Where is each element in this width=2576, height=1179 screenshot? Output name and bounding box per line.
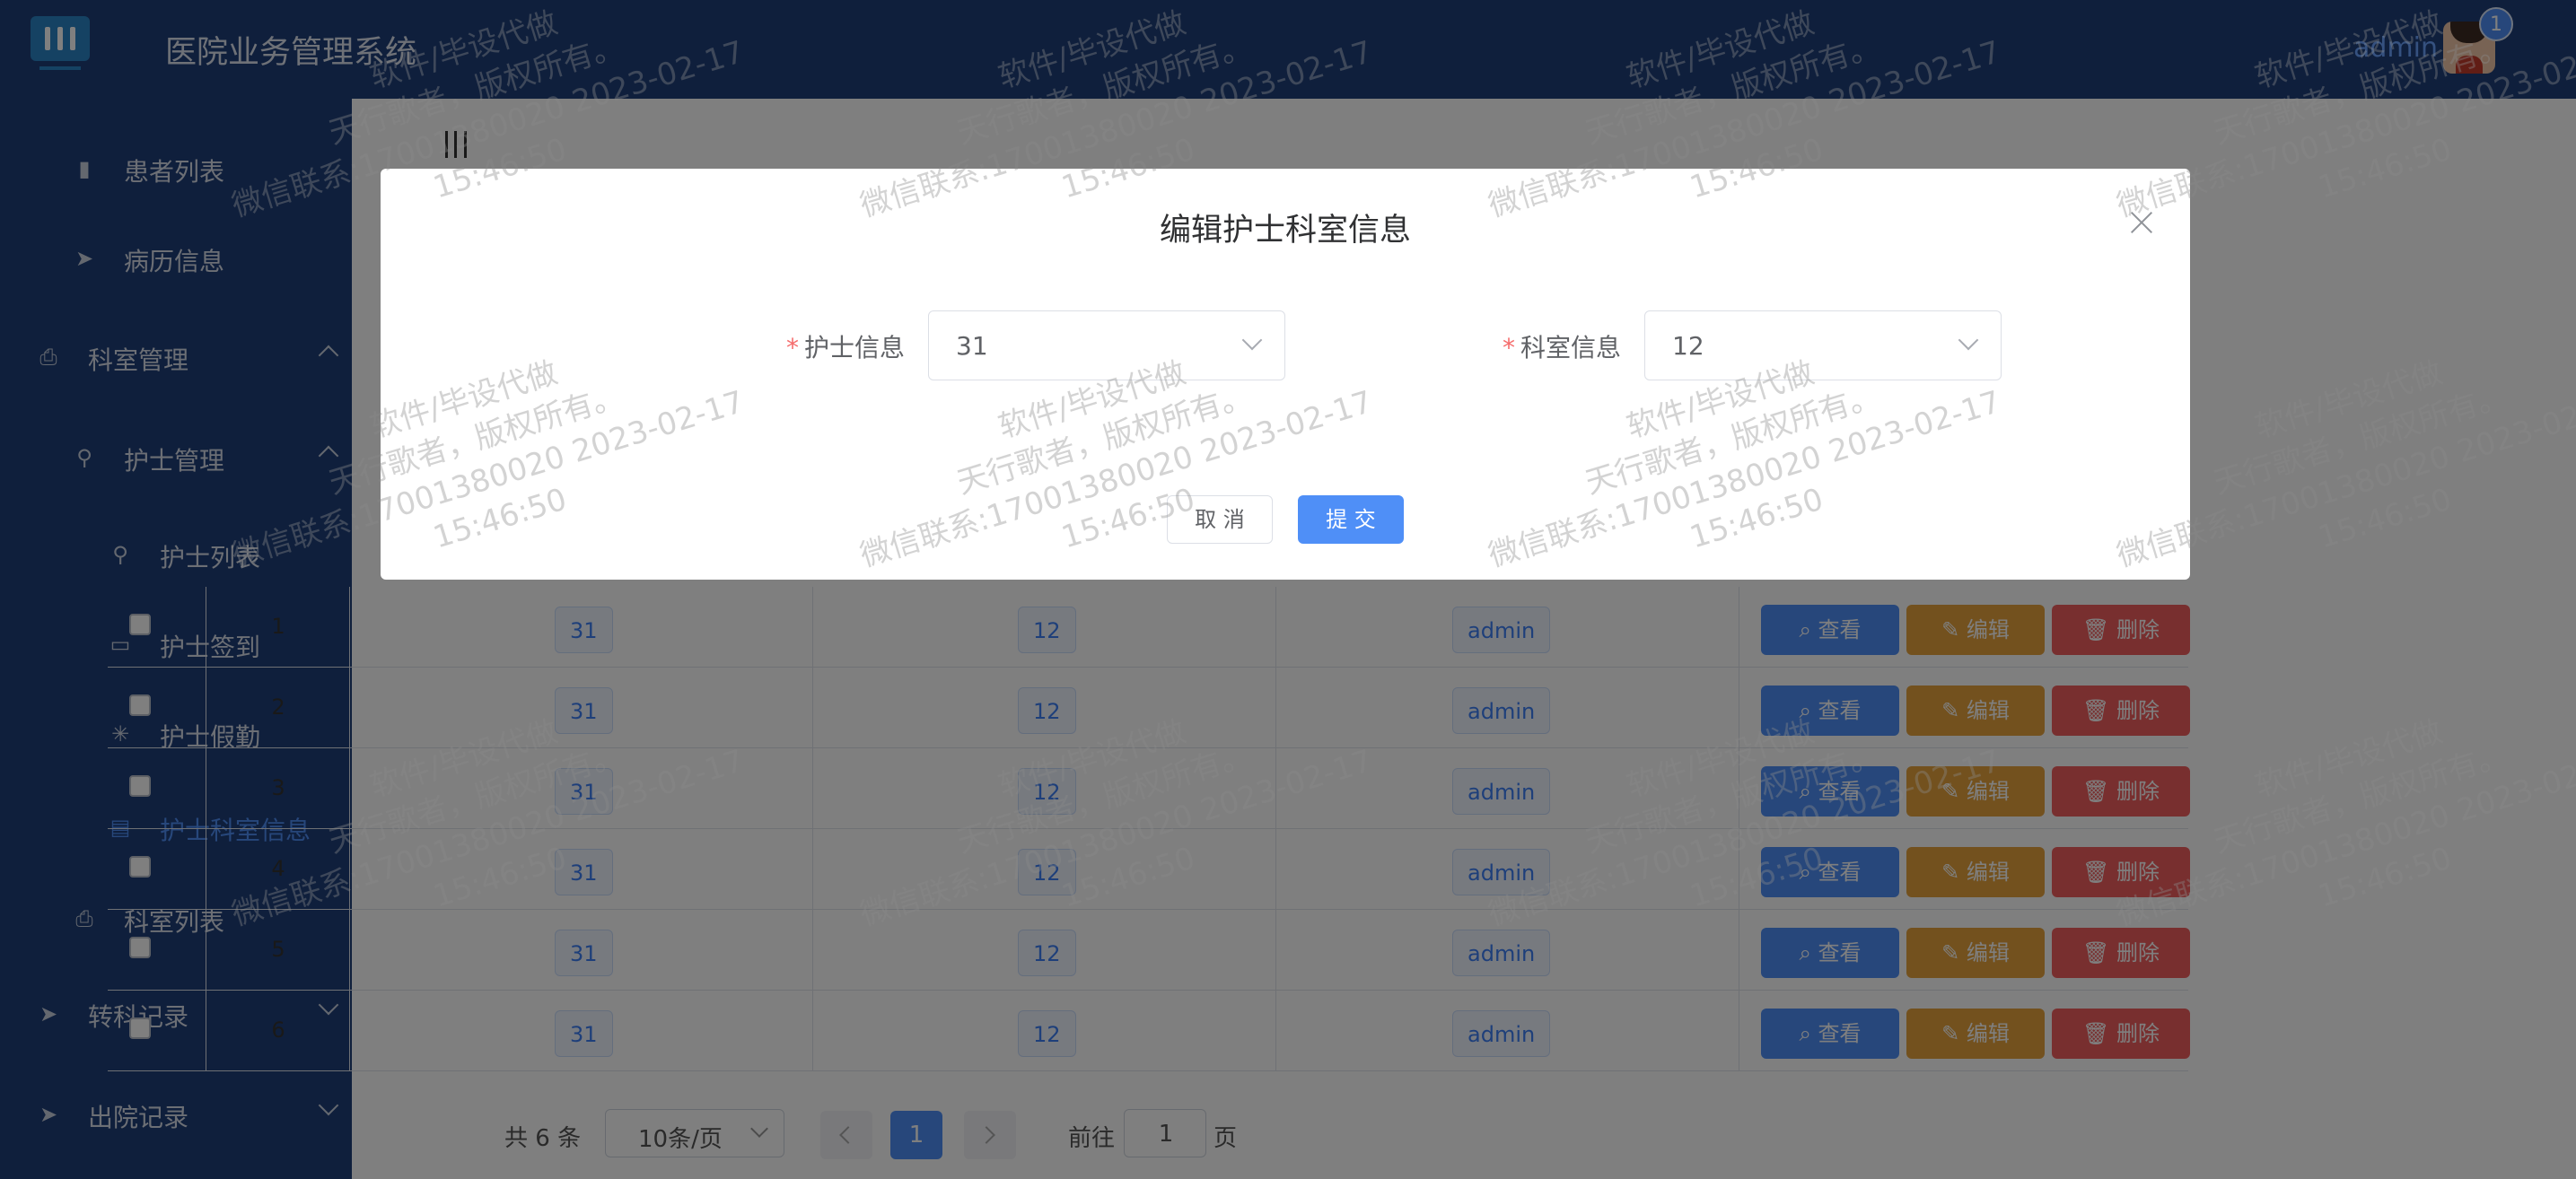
nurse-select[interactable]: 31 [928, 310, 1285, 380]
chevron-down-icon [1958, 329, 1979, 351]
submit-button[interactable]: 提 交 [1298, 495, 1404, 544]
dept-label: * 科室信息 [1503, 333, 1622, 362]
dialog-title: 编辑护士科室信息 [1159, 213, 1411, 249]
dept-select[interactable]: 12 [1644, 310, 2002, 380]
nurse-label: * 护士信息 [786, 333, 906, 362]
chevron-down-icon [1241, 329, 1263, 351]
cancel-button[interactable]: 取 消 [1167, 495, 1273, 544]
close-icon[interactable] [2127, 208, 2156, 237]
edit-dialog: 编辑护士科室信息 * 护士信息 31 * 科室信息 12 取 消 提 交 [381, 169, 2190, 580]
